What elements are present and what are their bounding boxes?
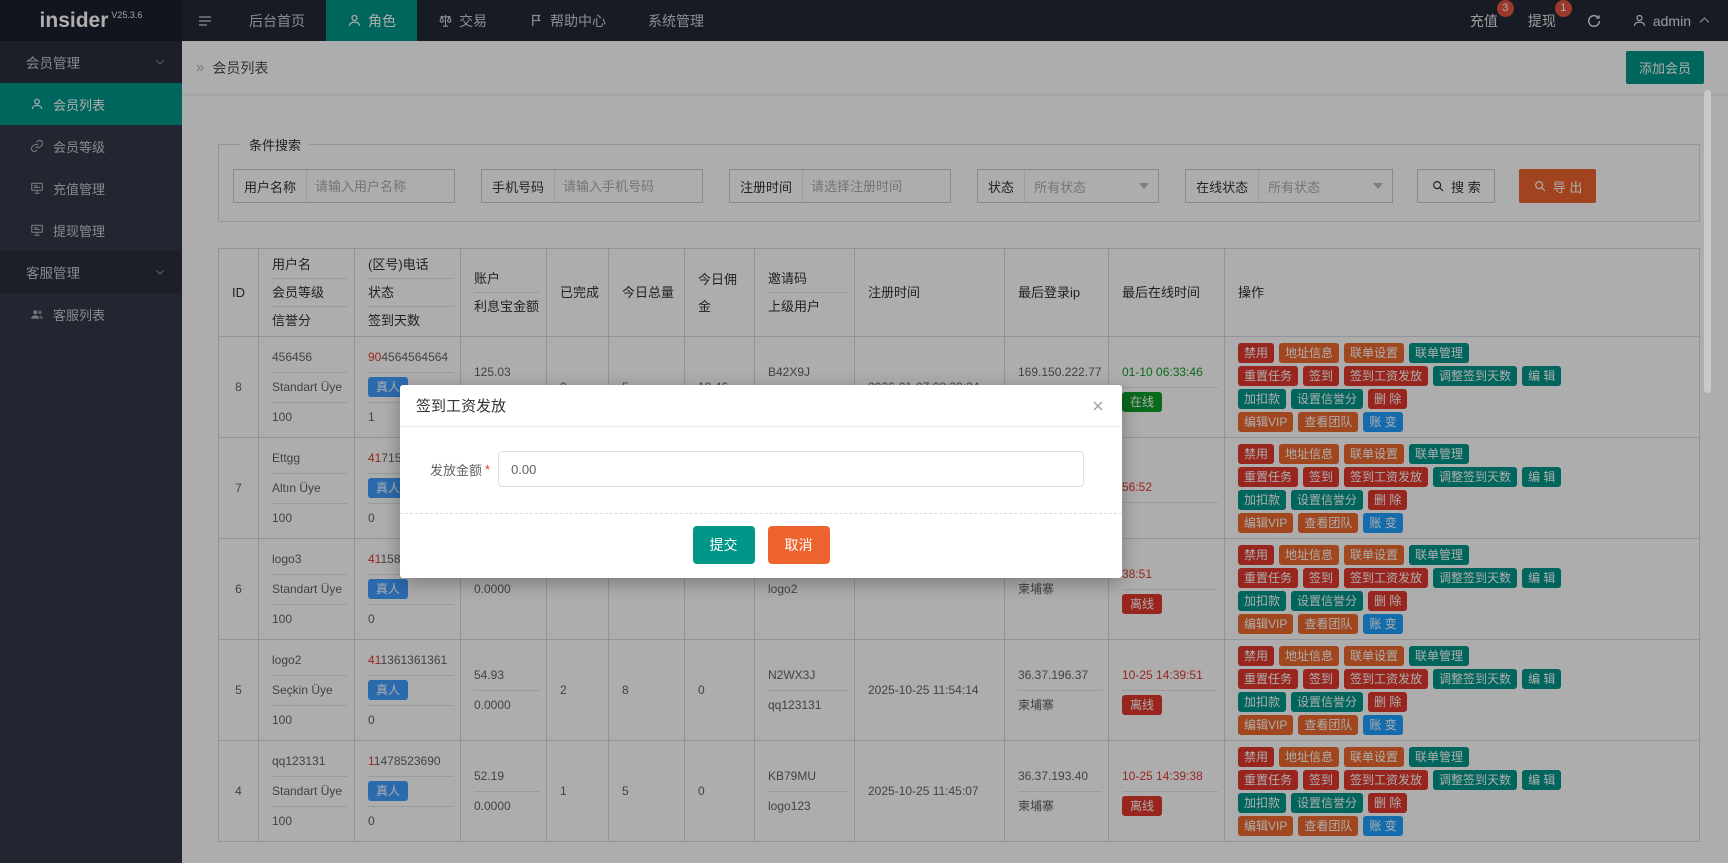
amount-input[interactable] <box>498 451 1084 487</box>
submit-button[interactable]: 提交 <box>692 526 755 564</box>
cancel-button[interactable]: 取消 <box>767 526 830 564</box>
modal-footer: 提交 取消 <box>400 513 1122 578</box>
page-scrollbar-thumb[interactable] <box>1704 90 1711 393</box>
modal-body: 发放金额 * <box>400 427 1122 513</box>
amount-label: 发放金额 <box>430 462 483 478</box>
modal-header: 签到工资发放 <box>400 385 1122 427</box>
required-mark: * <box>485 461 491 477</box>
modal-title: 签到工资发放 <box>416 398 507 415</box>
close-icon[interactable] <box>1090 398 1106 414</box>
salary-modal: 签到工资发放 发放金额 * 提交 取消 <box>400 385 1122 578</box>
